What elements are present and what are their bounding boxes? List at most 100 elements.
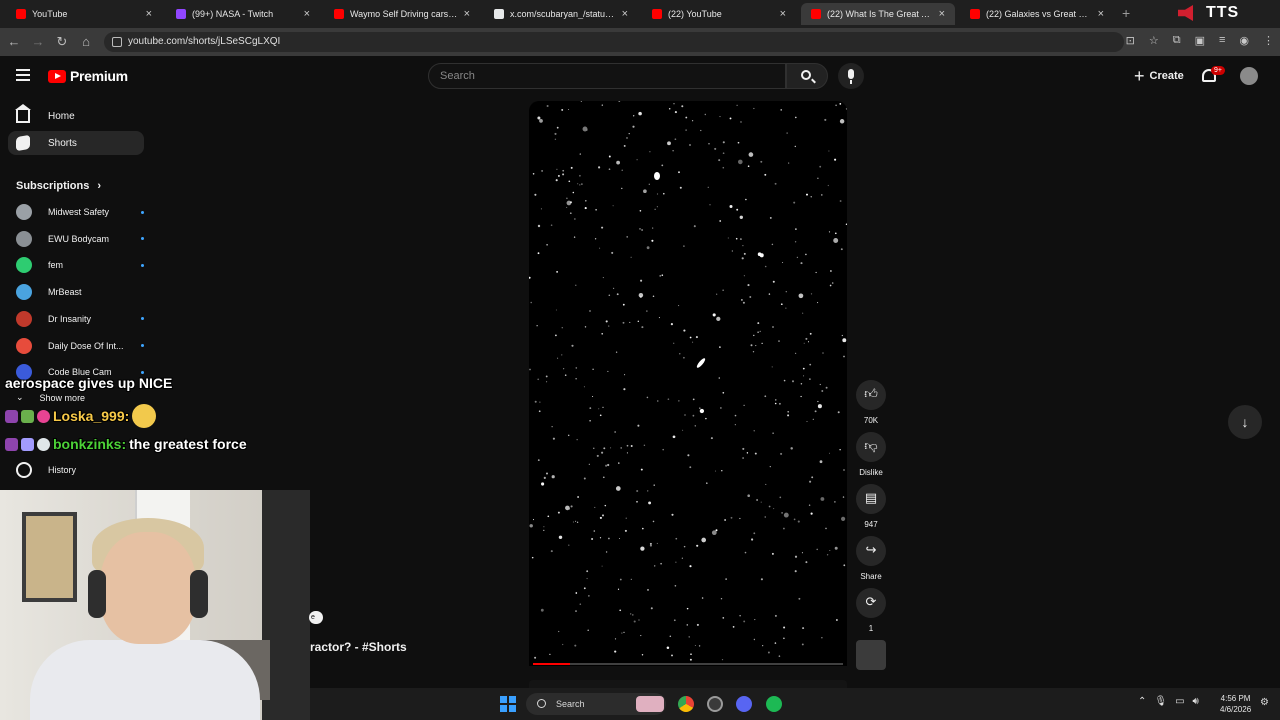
tab-close-icon[interactable]: ×: [939, 8, 945, 20]
channel-avatar: [16, 310, 32, 327]
subscription-item[interactable]: EWU Bodycam: [16, 229, 144, 249]
dislike-button[interactable]: 👎︎ Dislike: [856, 432, 886, 477]
home-icon[interactable]: ⌂: [74, 34, 98, 49]
chrome-icon[interactable]: [678, 696, 694, 712]
obs-icon[interactable]: [707, 696, 723, 712]
screen: + TTS YouTube × (99+) NASA - Twitch × Waymo …: [0, 0, 1280, 720]
share-button[interactable]: ↪ Share: [856, 536, 886, 581]
browser-tab[interactable]: x.com/scubaryan_/status/20408 ×: [484, 3, 638, 25]
logo-text: Premium: [70, 68, 128, 84]
next-video-arrow-icon[interactable]: ↓: [1228, 405, 1262, 439]
search-input[interactable]: Search: [428, 63, 786, 89]
hamburger-menu-icon[interactable]: [16, 69, 30, 81]
subscriptions-heading[interactable]: Subscriptions ›: [16, 180, 101, 192]
white-shirt: [30, 640, 260, 720]
voice-search-button[interactable]: [838, 63, 864, 89]
subscription-item[interactable]: Dr Insanity: [16, 309, 144, 329]
sound-thumbnail[interactable]: [856, 636, 886, 670]
new-content-dot: [141, 317, 144, 321]
forward-arrow-icon[interactable]: →: [26, 34, 50, 49]
subscriptions-label: Subscriptions: [16, 180, 90, 192]
starfield-video-frame: [529, 101, 847, 661]
channel-name: fem: [48, 260, 64, 271]
browser-tab[interactable]: (22) What Is The Great Attr ×: [801, 3, 955, 25]
emote-badge-icon: [21, 437, 34, 451]
tab-close-icon[interactable]: ×: [464, 8, 470, 20]
microphone-icon[interactable]: 🎙︎: [1154, 696, 1167, 707]
streamer-webcam: [0, 490, 310, 720]
discord-icon[interactable]: [736, 696, 752, 712]
new-tab-button[interactable]: +: [1122, 5, 1130, 21]
spotify-icon[interactable]: [766, 696, 782, 712]
search-icon: [801, 70, 811, 80]
account-avatar[interactable]: [1240, 67, 1258, 85]
tab-title: (22) YouTube: [668, 9, 722, 19]
volume-icon[interactable]: 🔊︎: [1193, 696, 1199, 707]
heart-badge-icon: [37, 409, 50, 423]
notification-badge: 9+: [1211, 66, 1225, 75]
sidebar-item-history[interactable]: History: [16, 462, 76, 478]
extensions-icon[interactable]: ⧉: [1173, 34, 1181, 47]
tab-favicon-icon: [652, 9, 662, 19]
channel-name: Midwest Safety: [48, 207, 110, 217]
browser-toolbar: ← → ↻ ⌂ youtube.com/shorts/jLSeSCgLXQI ⊡…: [0, 28, 1280, 56]
thumbs-up-icon: 👍︎: [856, 380, 886, 410]
show-more-button[interactable]: ⌄ Show more: [16, 392, 85, 403]
like-button[interactable]: 👍︎ 70K: [856, 380, 886, 425]
install-app-icon[interactable]: ⊡: [1126, 34, 1135, 47]
sidebar-item-shorts[interactable]: Shorts: [8, 131, 144, 155]
network-icon[interactable]: ▭: [1175, 696, 1184, 707]
browser-tab[interactable]: (22) YouTube ×: [642, 3, 796, 25]
url-text: youtube.com/shorts/jLSeSCgLXQI: [128, 36, 281, 47]
tab-close-icon[interactable]: ×: [146, 8, 152, 20]
taskbar-clock[interactable]: 4:56 PM 4/6/2026: [1220, 693, 1251, 715]
subscription-item[interactable]: MrBeast: [16, 282, 144, 302]
browser-tab[interactable]: (22) Galaxies vs Great attractor ×: [960, 3, 1114, 25]
subscription-item[interactable]: Midwest Safety: [16, 202, 144, 222]
comment-icon: ▤: [856, 484, 886, 514]
bookmark-star-icon[interactable]: ☆: [1149, 34, 1159, 47]
tab-favicon-icon: [16, 9, 26, 19]
site-info-icon[interactable]: [112, 37, 122, 47]
subscription-item[interactable]: Daily Dose Of Int...: [16, 336, 144, 356]
browser-menu-icon[interactable]: ⋮: [1263, 34, 1274, 47]
thumbs-down-icon: 👎︎: [856, 432, 886, 462]
browser-tab[interactable]: (99+) NASA - Twitch ×: [166, 3, 320, 25]
clock-date: 4/6/2026: [1220, 705, 1252, 714]
new-content-dot: [141, 210, 144, 214]
tab-close-icon[interactable]: ×: [304, 8, 310, 20]
reload-icon[interactable]: ↻: [50, 34, 74, 50]
tab-title: x.com/scubaryan_/status/20408: [510, 9, 616, 19]
remix-button[interactable]: ⟳ 1: [856, 588, 886, 633]
comments-button[interactable]: ▤ 947: [856, 484, 886, 529]
side-panel-icon[interactable]: ▣: [1195, 34, 1205, 47]
subscribe-button-fragment[interactable]: e: [309, 611, 323, 624]
muted-speaker-icon: [1178, 5, 1193, 21]
shorts-video-player[interactable]: [529, 101, 847, 666]
subscription-item[interactable]: fem: [16, 255, 144, 275]
search-button[interactable]: [786, 63, 828, 89]
address-bar[interactable]: youtube.com/shorts/jLSeSCgLXQI: [104, 32, 1124, 52]
plus-icon: +: [1134, 66, 1145, 86]
windows-start-icon[interactable]: [500, 696, 516, 712]
back-arrow-icon[interactable]: ←: [2, 34, 26, 49]
chat-text: the greatest force: [129, 436, 247, 452]
tab-close-icon[interactable]: ×: [1098, 8, 1104, 20]
video-progress-bar[interactable]: [533, 663, 843, 665]
dislike-label: Dislike: [859, 468, 883, 477]
video-progress-fill: [533, 663, 571, 665]
new-content-dot: [141, 370, 144, 374]
tab-close-icon[interactable]: ×: [780, 8, 786, 20]
notification-center-icon[interactable]: ⚙︎: [1260, 697, 1269, 708]
like-count: 70K: [863, 416, 879, 425]
browser-tab[interactable]: YouTube ×: [6, 3, 162, 25]
chevron-up-icon[interactable]: ⌃: [1138, 696, 1146, 707]
youtube-premium-logo[interactable]: Premium: [48, 68, 128, 84]
sidebar-item-home[interactable]: Home: [8, 104, 144, 128]
browser-tab[interactable]: Waymo Self Driving cars Honki ×: [324, 3, 480, 25]
create-button[interactable]: + Create: [1128, 64, 1190, 88]
profile-avatar-icon[interactable]: ◉: [1239, 34, 1249, 47]
tab-close-icon[interactable]: ×: [622, 8, 628, 20]
new-content-dot: [141, 237, 144, 241]
media-controls-icon[interactable]: ≡: [1219, 34, 1225, 47]
